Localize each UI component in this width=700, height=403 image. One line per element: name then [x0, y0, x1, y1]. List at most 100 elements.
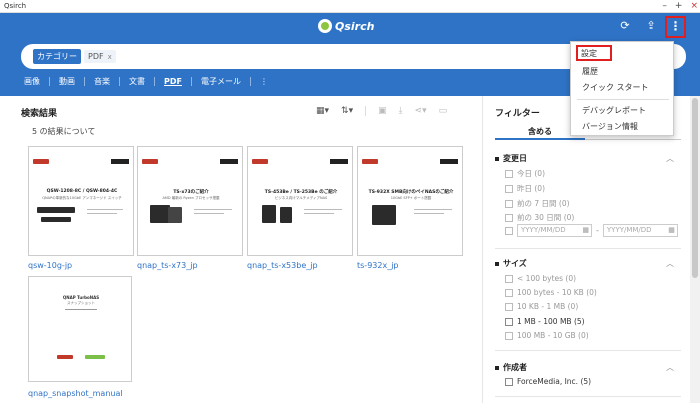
calendar-icon[interactable]: ▦ — [668, 225, 675, 236]
forcemedia-logo — [142, 159, 158, 164]
menu-item-settings[interactable]: 設定 — [576, 45, 612, 61]
nas-image — [280, 207, 292, 223]
window-title: Qsirch — [4, 2, 27, 10]
date-option[interactable]: 前の 30 日間 (0) — [505, 212, 574, 223]
checkbox[interactable] — [505, 302, 513, 311]
tab-documents[interactable]: 文書 — [120, 76, 154, 87]
download-icon[interactable]: ⤓ — [399, 106, 403, 116]
size-option[interactable]: 1 MB - 100 MB (5) — [505, 317, 585, 326]
text-line — [414, 213, 444, 214]
folder-icon[interactable]: ▭ — [439, 106, 448, 116]
date-range-separator: - — [596, 226, 599, 235]
checkbox[interactable] — [505, 184, 513, 193]
author-option-label: ForceMedia, Inc. (5) — [517, 377, 592, 386]
text-line — [194, 209, 232, 210]
filter-title: フィルター — [495, 109, 540, 119]
date-section-header[interactable]: 変更日 — [495, 153, 527, 164]
date-option[interactable]: 昨日 (0) — [505, 183, 545, 194]
author-option[interactable]: ForceMedia, Inc. (5) — [505, 377, 591, 386]
size-option[interactable]: < 100 bytes (0) — [505, 274, 576, 283]
result-card-label[interactable]: ts-932x_jp — [357, 261, 399, 270]
qnap-logo — [220, 159, 238, 164]
window-titlebar: Qsirch – + × — [0, 0, 700, 13]
card-brand-row — [252, 159, 348, 165]
checkbox[interactable] — [505, 213, 513, 222]
result-card[interactable]: QNAP TurboNAS スナップショット — [28, 276, 132, 382]
result-card[interactable]: TS-x73のご紹介 AMD 最新の Ryzen プロセッサ搭載 — [137, 146, 243, 256]
sort-icon[interactable]: ⇅▾ — [341, 106, 353, 116]
card-brand-row — [142, 159, 238, 165]
checkbox[interactable] — [505, 199, 513, 208]
checkbox[interactable] — [505, 274, 513, 283]
chevron-up-icon[interactable]: ︿ — [666, 153, 674, 164]
remove-filter-icon[interactable]: x — [108, 53, 112, 61]
result-card-label[interactable]: qnap_snapshot_manual — [28, 389, 123, 398]
checkbox[interactable] — [505, 331, 513, 340]
chevron-up-icon[interactable]: ︿ — [666, 362, 674, 373]
chevron-up-icon[interactable]: ︿ — [666, 258, 674, 269]
minimize-button[interactable]: – — [662, 0, 667, 13]
checkbox[interactable] — [505, 317, 513, 326]
checkbox[interactable] — [505, 226, 513, 235]
scrollbar[interactable] — [690, 96, 700, 403]
result-card-label[interactable]: qsw-10g-jp — [28, 261, 72, 270]
checkbox[interactable] — [505, 288, 513, 297]
checkbox[interactable] — [505, 377, 513, 386]
size-option-label: 10 KB - 1 MB (0) — [517, 302, 579, 311]
size-option[interactable]: 10 KB - 1 MB (0) — [505, 302, 578, 311]
card-brand-row — [362, 159, 458, 165]
size-option[interactable]: 100 MB - 10 GB (0) — [505, 331, 589, 340]
result-card-label[interactable]: qnap_ts-x53be_jp — [247, 261, 318, 270]
size-section-header[interactable]: サイズ — [495, 258, 527, 269]
pdf-filter-chip[interactable]: PDF x — [84, 50, 116, 63]
result-card[interactable]: TS-453Be / TS-253Be のご紹介 ビジネス向けマルチメディアNA… — [247, 146, 353, 256]
close-button[interactable]: × — [690, 0, 698, 13]
card-subtitle: QNAPの革新的な10GbE アンマネージド スイッチ — [42, 196, 122, 200]
doc-subtitle: スナップショット — [67, 301, 95, 305]
date-from-input[interactable]: YYYY/MM/DD ▦ — [517, 224, 592, 237]
author-section-header[interactable]: 作成者 — [495, 362, 527, 373]
menu-item-debug-report[interactable]: デバッグレポート — [582, 105, 646, 116]
forcemedia-logo — [252, 159, 268, 164]
text-line — [194, 213, 224, 214]
date-option[interactable]: 今日 (0) — [505, 168, 545, 179]
result-card[interactable]: TS-932X SMB向けのペイNASのご紹介 10GbE SFP+ ポート搭載 — [357, 146, 463, 256]
tab-music[interactable]: 音楽 — [85, 76, 119, 87]
tab-images[interactable]: 画像 — [24, 76, 49, 87]
share-icon[interactable]: ⋖▾ — [415, 106, 427, 116]
tab-pdf[interactable]: PDF — [155, 77, 191, 86]
tab-email[interactable]: 電子メール — [192, 76, 250, 87]
size-option[interactable]: 100 bytes - 10 KB (0) — [505, 288, 597, 297]
date-to-placeholder: YYYY/MM/DD — [606, 226, 652, 234]
results-toolbar: ▦▾ ⇅▾ ▣ ⤓ ⋖▾ ▭ — [316, 106, 447, 116]
section-bullet — [495, 156, 499, 161]
grid-view-icon[interactable]: ▦▾ — [316, 106, 329, 116]
scrollbar-thumb[interactable] — [692, 98, 698, 278]
nas-image — [372, 205, 396, 225]
category-chip[interactable]: カテゴリー — [33, 49, 81, 64]
card-title: QSW-1208-8C / QSW-804-4C — [46, 189, 118, 194]
menu-separator — [577, 99, 669, 100]
nas-image — [150, 205, 170, 223]
size-option-label: 100 bytes - 10 KB (0) — [517, 288, 597, 297]
date-to-input[interactable]: YYYY/MM/DD ▦ — [602, 224, 678, 237]
menu-item-version-info[interactable]: バージョン情報 — [582, 121, 638, 132]
result-card[interactable]: QSW-1208-8C / QSW-804-4C QNAPの革新的な10GbE … — [28, 146, 134, 256]
tab-videos[interactable]: 動画 — [50, 76, 84, 87]
calendar-icon[interactable]: ▦ — [582, 225, 589, 236]
upload-icon[interactable]: ⇪ — [644, 19, 658, 33]
date-option[interactable]: 前の 7 日間 (0) — [505, 198, 570, 209]
menu-item-history[interactable]: 履歴 — [582, 66, 598, 77]
menu-item-quick-start[interactable]: クイック スタート — [582, 82, 649, 93]
more-menu-button[interactable]: ⋮ — [665, 16, 686, 38]
text-line — [65, 309, 97, 310]
size-option-label: 100 MB - 10 GB (0) — [517, 331, 589, 340]
forcemedia-logo — [33, 159, 49, 164]
refresh-icon[interactable]: ⟳ — [618, 19, 632, 33]
maximize-button[interactable]: + — [675, 0, 683, 13]
select-icon[interactable]: ▣ — [378, 106, 387, 116]
size-section-title: サイズ — [503, 259, 527, 268]
checkbox[interactable] — [505, 169, 513, 178]
result-card-label[interactable]: qnap_ts-x73_jp — [137, 261, 198, 270]
tab-more[interactable]: ⋮ — [251, 77, 277, 86]
